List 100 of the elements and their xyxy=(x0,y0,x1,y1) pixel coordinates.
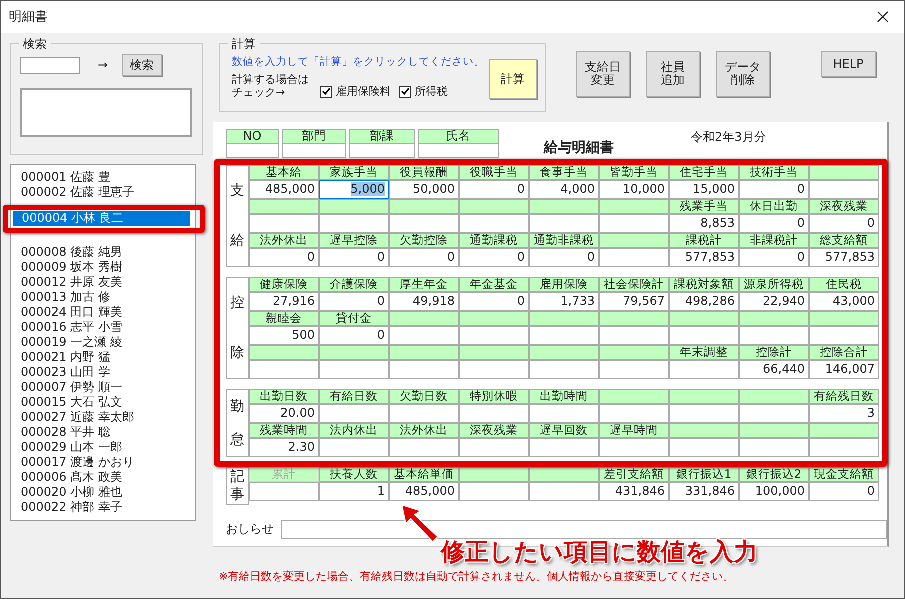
employee-item[interactable]: 000028 平井 聡 xyxy=(12,425,195,440)
input-field[interactable]: 20.00 xyxy=(249,404,319,423)
input-field[interactable]: 0 xyxy=(739,180,809,199)
employee-item[interactable]: 000019 一之瀬 綾 xyxy=(12,335,195,350)
employee-item[interactable]: 000001 佐藤 豊 xyxy=(12,170,195,185)
input-field[interactable]: 5,000 xyxy=(319,180,389,199)
input-field[interactable]: 485,000 xyxy=(389,482,459,501)
input-field[interactable] xyxy=(249,360,319,379)
checkbox[interactable]: 雇用保険料 xyxy=(320,84,391,99)
input-field[interactable]: 0 xyxy=(459,180,529,199)
input-field[interactable]: 431,846 xyxy=(599,482,669,501)
input-field[interactable] xyxy=(389,404,459,423)
input-field[interactable] xyxy=(669,438,739,457)
input-field[interactable]: 1 xyxy=(319,482,389,501)
input-field[interactable]: 0 xyxy=(319,292,389,311)
input-field[interactable]: 49,918 xyxy=(389,292,459,311)
input-field[interactable]: 22,940 xyxy=(739,292,809,311)
input-field[interactable] xyxy=(529,438,599,457)
input-field[interactable]: 0 xyxy=(319,248,389,267)
input-field[interactable]: 146,007 xyxy=(809,360,879,379)
input-field[interactable]: 3 xyxy=(809,404,879,423)
input-field[interactable]: 0 xyxy=(459,292,529,311)
input-field[interactable]: 331,846 xyxy=(669,482,739,501)
input-field[interactable]: 100,000 xyxy=(739,482,809,501)
employee-item[interactable]: 000017 渡邊 かおり xyxy=(12,455,195,470)
input-field[interactable] xyxy=(739,438,809,457)
input-field[interactable] xyxy=(809,438,879,457)
employee-item[interactable]: 000027 近藤 幸太郎 xyxy=(12,410,195,425)
input-field[interactable]: 8,853 xyxy=(669,214,739,233)
input-field[interactable] xyxy=(459,438,529,457)
input-field[interactable] xyxy=(669,326,739,345)
input-field[interactable]: 79,567 xyxy=(599,292,669,311)
input-field[interactable] xyxy=(599,404,669,423)
employee-item[interactable]: 000008 後藤 純男 xyxy=(12,245,195,260)
input-field[interactable] xyxy=(599,214,669,233)
action-button[interactable]: 社員 追加 xyxy=(646,51,700,97)
input-field[interactable]: 0 xyxy=(319,326,389,345)
employee-item[interactable]: 000007 伊勢 順一 xyxy=(12,380,195,395)
employee-item[interactable]: 000015 大石 弘文 xyxy=(12,395,195,410)
employee-item[interactable]: 000029 山本 一郎 xyxy=(12,440,195,455)
input-field[interactable] xyxy=(599,326,669,345)
input-field[interactable]: 0 xyxy=(389,248,459,267)
employee-item[interactable]: 000002 佐藤 理恵子 xyxy=(12,185,195,200)
input-field[interactable]: 500 xyxy=(249,326,319,345)
notice-field[interactable] xyxy=(280,520,887,539)
checkbox[interactable]: 所得税 xyxy=(399,84,448,99)
input-field[interactable]: 10,000 xyxy=(599,180,669,199)
search-button[interactable]: 検索 xyxy=(122,54,162,76)
input-field[interactable]: 577,853 xyxy=(669,248,739,267)
input-field[interactable]: 66,440 xyxy=(739,360,809,379)
input-field[interactable]: 0 xyxy=(809,482,879,501)
input-field[interactable] xyxy=(389,214,459,233)
input-field[interactable]: 0 xyxy=(249,248,319,267)
input-field[interactable] xyxy=(529,482,599,501)
input-field[interactable] xyxy=(529,360,599,379)
action-button[interactable]: データ 削除 xyxy=(716,51,770,97)
employee-item[interactable]: 000022 神部 幸子 xyxy=(12,500,195,515)
employee-item[interactable]: 000012 井原 友美 xyxy=(12,275,195,290)
input-field[interactable]: 0 xyxy=(459,248,529,267)
employee-item[interactable]: 000004 小林 良二 xyxy=(13,211,190,226)
input-field[interactable] xyxy=(669,360,739,379)
input-field[interactable]: 4,000 xyxy=(529,180,599,199)
input-field[interactable]: 0 xyxy=(739,248,809,267)
search-field[interactable] xyxy=(20,56,80,74)
input-field[interactable] xyxy=(599,438,669,457)
input-field[interactable]: 1,733 xyxy=(529,292,599,311)
input-field[interactable]: 577,853 xyxy=(809,248,879,267)
input-field[interactable]: 498,286 xyxy=(669,292,739,311)
calculate-button[interactable]: 計算 xyxy=(489,59,537,99)
input-field[interactable] xyxy=(319,214,389,233)
input-field[interactable] xyxy=(599,360,669,379)
input-field[interactable] xyxy=(739,326,809,345)
input-field[interactable]: 2.30 xyxy=(249,438,319,457)
employee-item[interactable]: 000013 加古 修 xyxy=(12,290,195,305)
input-field[interactable] xyxy=(389,438,459,457)
input-field[interactable] xyxy=(459,404,529,423)
input-field[interactable]: 485,000 xyxy=(249,180,319,199)
input-field[interactable] xyxy=(459,214,529,233)
input-field[interactable] xyxy=(739,404,809,423)
input-field[interactable]: 0 xyxy=(739,214,809,233)
employee-item[interactable]: 000024 田口 輝美 xyxy=(12,305,195,320)
input-field[interactable] xyxy=(459,482,529,501)
input-field[interactable] xyxy=(529,214,599,233)
input-field[interactable]: 15,000 xyxy=(669,180,739,199)
input-field[interactable]: 27,916 xyxy=(249,292,319,311)
input-field[interactable] xyxy=(459,326,529,345)
input-field[interactable] xyxy=(319,404,389,423)
input-field[interactable] xyxy=(599,248,669,267)
input-field[interactable] xyxy=(529,404,599,423)
input-field[interactable] xyxy=(669,404,739,423)
employee-item[interactable]: 000016 志平 小雪 xyxy=(12,320,195,335)
action-button[interactable]: 支給日 変更 xyxy=(576,51,630,97)
input-field[interactable] xyxy=(809,326,879,345)
input-field[interactable] xyxy=(249,214,319,233)
employee-item[interactable]: 000021 内野 猛 xyxy=(12,350,195,365)
input-field[interactable]: 50,000 xyxy=(389,180,459,199)
input-field[interactable] xyxy=(389,326,459,345)
input-field[interactable]: 0 xyxy=(529,248,599,267)
employee-item[interactable]: 000009 坂本 秀樹 xyxy=(12,260,195,275)
help-button[interactable]: HELP xyxy=(821,51,876,77)
